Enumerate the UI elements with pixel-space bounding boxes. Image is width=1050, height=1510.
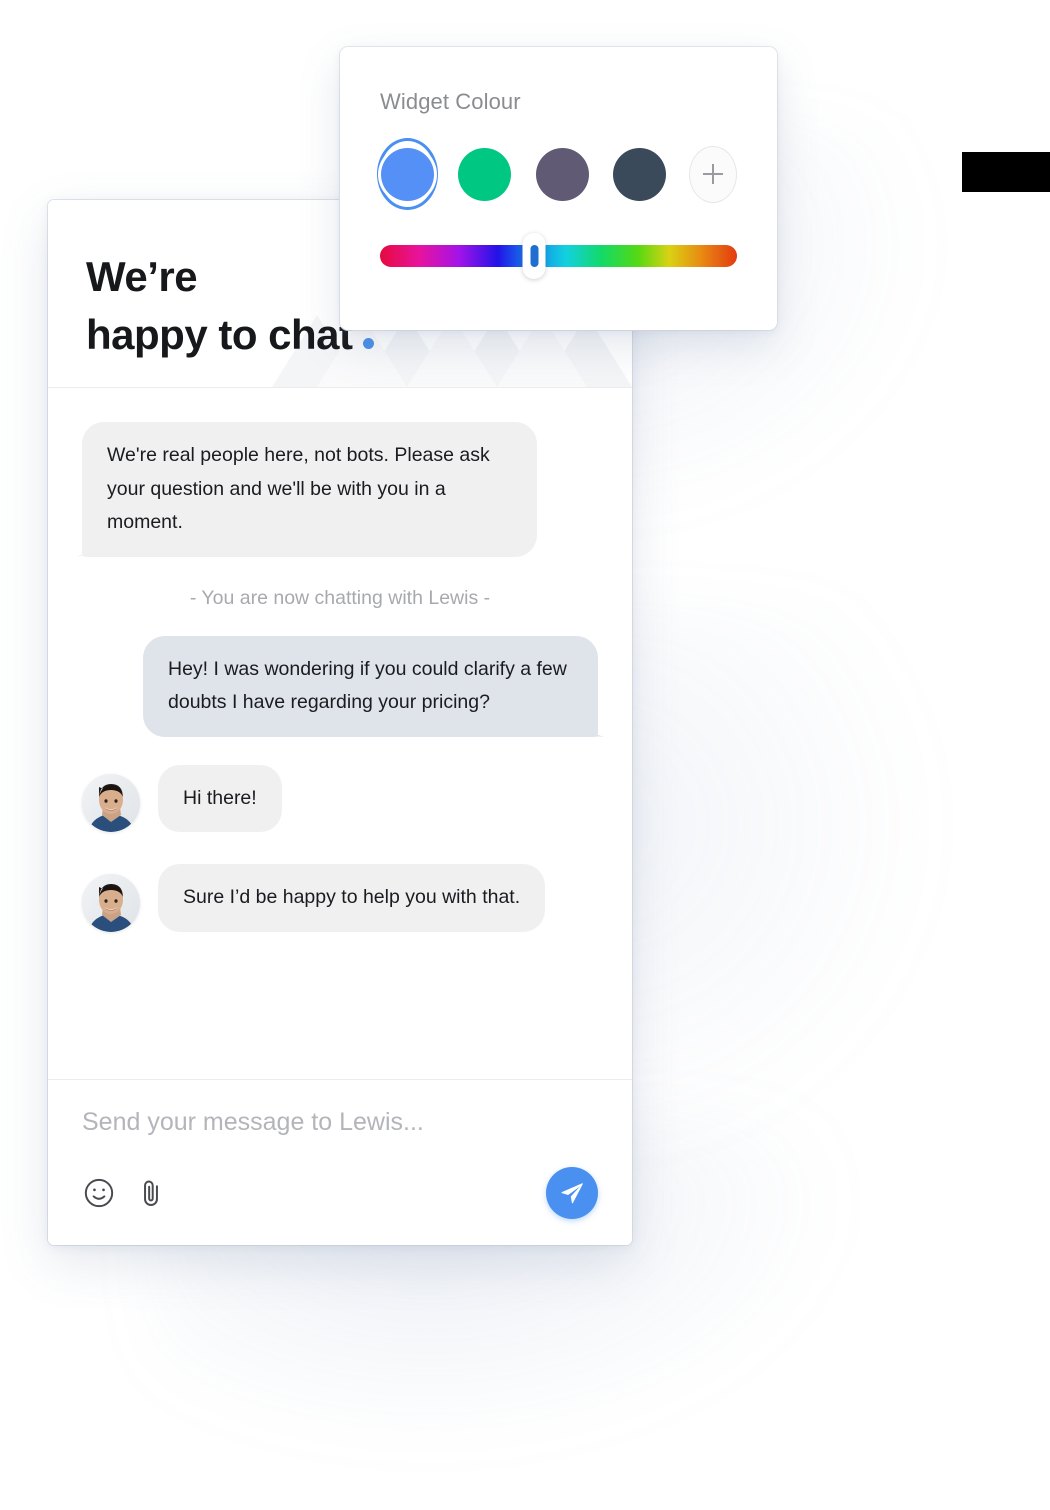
lewis-avatar: [82, 873, 140, 932]
message-input[interactable]: [82, 1108, 598, 1167]
hue-slider-thumb[interactable]: [522, 233, 546, 279]
swatch-fill: [381, 147, 435, 201]
message-row: We're real people here, not bots. Please…: [82, 422, 598, 557]
swatch-fill: [612, 147, 666, 201]
lewis-avatar: [82, 774, 140, 833]
message-row: Hey! I was wondering if you could clarif…: [82, 635, 598, 737]
avatar-portrait-icon: [82, 873, 140, 932]
chat-title-line2: happy to chat: [86, 310, 353, 358]
agent-message-bubble: We're real people here, not bots. Please…: [82, 422, 537, 557]
composer-action-bar: [82, 1167, 598, 1219]
colour-swatch-purple-grey[interactable]: [534, 141, 589, 207]
message-row: Sure I’d be happy to help you with that.: [82, 864, 598, 932]
chat-message-list: We're real people here, not bots. Please…: [48, 388, 632, 1079]
colour-swatch-blue[interactable]: [380, 141, 436, 207]
agent-message-bubble: Hi there!: [158, 764, 282, 833]
widget-colour-panel: Widget Colour: [340, 47, 777, 330]
colour-swatch-green[interactable]: [457, 141, 512, 207]
chat-widget-title: We’re happy to chat: [86, 248, 374, 364]
colour-swatch-slate[interactable]: [612, 141, 667, 207]
hue-slider-track[interactable]: [380, 245, 737, 267]
swatch-fill: [458, 147, 512, 201]
message-row: Hi there!: [82, 764, 598, 833]
agent-message-bubble: Sure I’d be happy to help you with that.: [158, 864, 546, 932]
paperclip-icon[interactable]: [134, 1176, 168, 1210]
widget-colour-label: Widget Colour: [380, 89, 521, 114]
smiley-icon[interactable]: [82, 1176, 116, 1210]
visitor-message-bubble: Hey! I was wondering if you could clarif…: [143, 635, 598, 737]
hue-slider[interactable]: [380, 233, 737, 279]
capture-edge-artifact: [962, 152, 1050, 192]
send-button[interactable]: [546, 1167, 598, 1219]
chat-title-line1: We’re: [86, 253, 198, 300]
avatar-portrait-icon: [82, 774, 140, 833]
title-accent-dot: [362, 337, 374, 349]
plus-icon: [702, 164, 723, 184]
paper-plane-icon: [561, 1183, 583, 1204]
colour-swatch-row: [380, 141, 737, 207]
chat-widget-card: We’re happy to chat We're real people her…: [48, 200, 632, 1245]
chat-composer: [48, 1079, 632, 1245]
hue-slider-thumb-fill: [530, 245, 539, 267]
system-status-note: - You are now chatting with Lewis -: [189, 586, 491, 609]
screenshot-canvas: We’re happy to chat We're real people her…: [0, 0, 1050, 1510]
add-colour-button[interactable]: [688, 145, 737, 203]
swatch-fill: [535, 147, 589, 201]
